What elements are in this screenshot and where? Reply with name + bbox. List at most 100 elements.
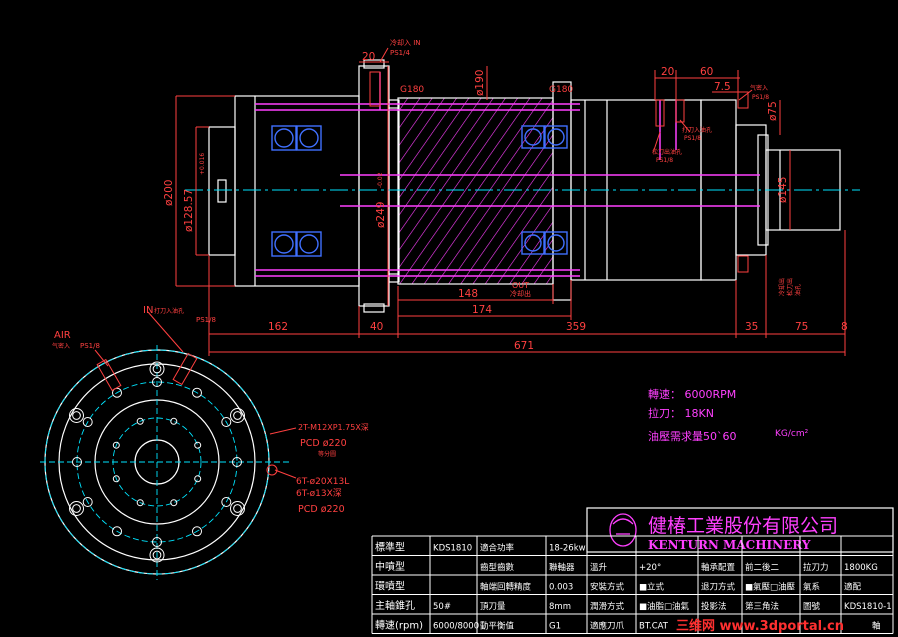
table-cell: G1 xyxy=(549,622,561,632)
table-cell: 第三角法 xyxy=(745,601,779,612)
spec-notes: 轉速： 6000RPM 拉刀： 18KN 油壓需求量50`60 KG/cm² xyxy=(648,388,809,443)
bolt-hole xyxy=(69,501,84,516)
bolt-hole xyxy=(170,417,178,425)
rear-housing xyxy=(234,95,360,287)
side-note-f: 油孔 xyxy=(794,284,802,296)
dim-d75: ø75 xyxy=(767,101,779,121)
bolt-hole xyxy=(69,408,84,423)
table-cell: 適合功率 xyxy=(480,543,515,554)
label-ps14: PS1/4 xyxy=(390,49,410,57)
dim-top-20: 20 xyxy=(362,51,375,63)
table-cell: 50# xyxy=(433,602,451,612)
table-cell: 6000/8000 xyxy=(433,622,479,632)
dim-d190: ø190 xyxy=(474,70,486,96)
table-cell: BT.CAT xyxy=(639,622,669,632)
company-name-cn: 健椿工業股份有限公司 xyxy=(648,515,838,537)
end-view-labels: AIR 气密入 PS1/8 IN 打刀入油孔 PS1/8 2T-M12XP1.7… xyxy=(52,305,369,515)
table-cell: 標準型 xyxy=(375,541,405,554)
title-block: 健椿工業股份有限公司 KENTURN MACHINERY 標準型 KDS1810 適… xyxy=(371,507,894,634)
side-ps-b: PS1/8 xyxy=(656,157,673,164)
side-note-d: 冷却出 xyxy=(778,278,786,296)
label-hole-spec1: 6T-ø20X13L xyxy=(296,477,349,487)
table-cell: 拉刀力 xyxy=(803,562,829,573)
table-cell: 18-26kw xyxy=(549,544,586,554)
dim-671: 671 xyxy=(514,340,534,352)
dim-359: 359 xyxy=(566,321,586,333)
label-out-sub: 冷却出 xyxy=(510,289,531,298)
side-view xyxy=(208,59,841,313)
table-cell: KDS1810 xyxy=(433,544,472,554)
table-cell: 主軸錐孔 xyxy=(375,599,415,612)
table-cell: 齒型齒數 xyxy=(480,562,515,573)
table-cell: 潤滑方式 xyxy=(590,601,625,612)
bolt-hole xyxy=(170,499,178,507)
table-cell: 動平衡值 xyxy=(480,621,515,632)
table-cell: 轉速(rpm) xyxy=(375,619,423,632)
table-cell: KDS1810-1 xyxy=(844,602,892,612)
bolt-hole-inner xyxy=(233,504,242,513)
company-name-en: KENTURN MACHINERY xyxy=(648,538,811,552)
dim-174: 174 xyxy=(472,304,492,316)
side-note-a: 打刀入油孔 xyxy=(682,126,712,134)
table-cell: ■氣壓□油壓 xyxy=(745,582,796,593)
side-ps-c: PS1/8 xyxy=(752,94,769,101)
dim-top-60: 60 xyxy=(700,66,713,78)
table-cell: 1800KG xyxy=(844,563,878,573)
dim-35: 35 xyxy=(745,321,758,333)
table-cell: 頂刀量 xyxy=(480,602,506,612)
label-g180-right: G180 xyxy=(549,85,573,95)
bolt-hole xyxy=(230,501,245,516)
label-out: OUT xyxy=(512,281,529,290)
dim-top-20b: 20 xyxy=(661,66,674,78)
table-cell: 安裝方式 xyxy=(590,582,625,593)
side-note-b: 松刀出油孔 xyxy=(652,148,682,156)
table-cell: 適應刀爪 xyxy=(590,621,625,632)
dim-148: 148 xyxy=(458,288,478,300)
dim-d145: ø145 xyxy=(777,177,789,203)
label-in: IN xyxy=(143,305,153,316)
table-cell: 環噴型 xyxy=(375,580,405,593)
label-thread-spec: 2T-M12XP1.75X深 xyxy=(298,423,369,432)
table-cell: 前二後二 xyxy=(745,562,780,573)
watermark: 三维网 www.3dportal.cn xyxy=(676,618,844,634)
bearing-rear-top xyxy=(271,125,322,151)
table-cell: 退刀方式 xyxy=(701,582,736,593)
bolt-hole xyxy=(194,475,202,483)
bolt-hole xyxy=(230,408,245,423)
table-cell: +20° xyxy=(639,563,661,573)
table-cell: 圖號 xyxy=(803,601,821,612)
label-in-ps: PS1/8 xyxy=(196,316,216,324)
table-cell: 軸承配置 xyxy=(701,562,736,573)
dim-75: 75 xyxy=(795,321,808,333)
table-cell: 投影法 xyxy=(701,601,727,612)
spec-pressure-unit: KG/cm² xyxy=(775,429,809,439)
bearing-rear-bottom xyxy=(271,231,322,257)
label-air-sub: 气密入 xyxy=(52,342,70,350)
table-cell: 軸端回轉精度 xyxy=(480,582,532,593)
label-air-ps: PS1/8 xyxy=(80,342,100,350)
rear-cap xyxy=(208,126,236,256)
table-cell: 中噴型 xyxy=(375,560,405,573)
table-cell: 8mm xyxy=(549,602,571,612)
bolt-hole-inner xyxy=(72,411,81,420)
table-cell: 氣系 xyxy=(803,582,820,593)
dim-d249-tol: -0.02 xyxy=(377,172,384,188)
dim-d128: ø128.57 xyxy=(183,189,195,232)
label-air: AIR xyxy=(54,330,71,341)
label-pcd2: PCD ø220 xyxy=(298,504,345,515)
side-note-e: 松刀出 xyxy=(786,278,794,296)
dim-d128-tol: +0.016 xyxy=(199,153,206,175)
table-cell: 溫升 xyxy=(590,562,608,573)
company-logo xyxy=(609,513,637,547)
dim-8: 8 xyxy=(841,321,848,333)
spec-pressure: 油壓需求量50`60 xyxy=(648,429,737,443)
label-g180-left: G180 xyxy=(400,85,424,95)
label-in-sub: 打刀入油孔 xyxy=(154,307,184,315)
table-cell: 適配 xyxy=(844,582,862,593)
bolt-hole-inner xyxy=(72,504,81,513)
label-hole-spec2: 6T-ø13X深 xyxy=(296,488,342,499)
table-cell: 聯軸器 xyxy=(549,562,575,573)
label-coolant-in: 冷却入 IN xyxy=(390,38,421,47)
table-cell: ■油脂□油氣 xyxy=(639,601,690,612)
dim-d200: ø200 xyxy=(163,180,175,206)
